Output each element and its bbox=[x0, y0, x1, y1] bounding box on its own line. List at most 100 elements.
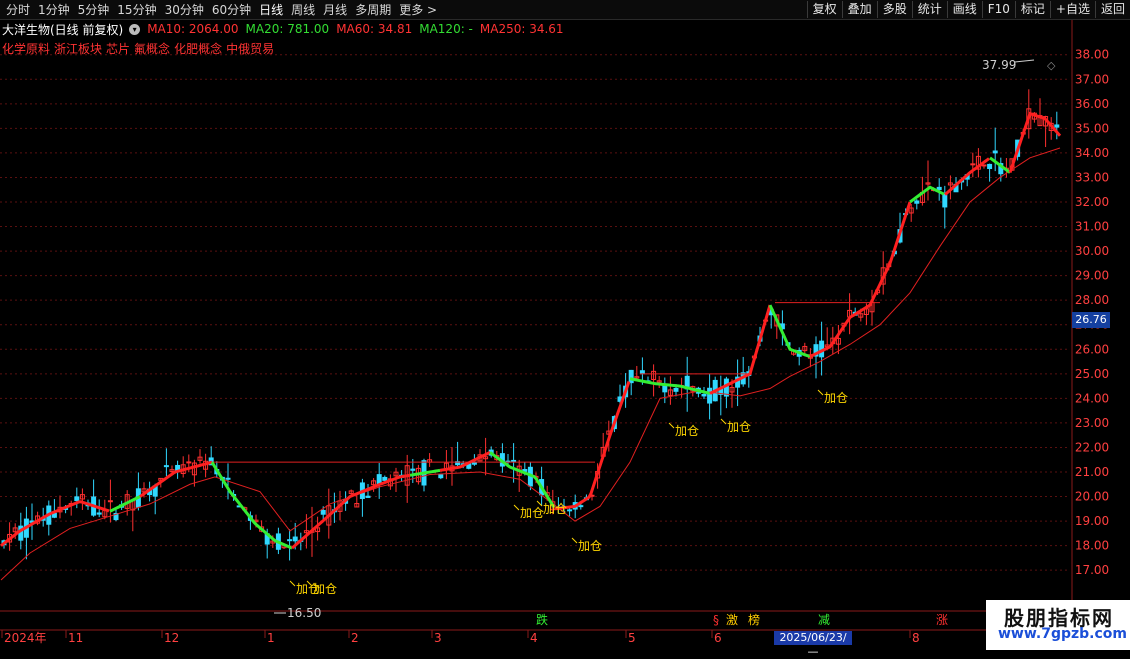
y-tick-label: 35.00 bbox=[1075, 121, 1109, 135]
diamond-icon: ◇ bbox=[1047, 59, 1056, 72]
event-marker: 激 bbox=[726, 613, 738, 627]
annotation-arrow bbox=[668, 422, 675, 429]
x-tick-label: 3 bbox=[434, 631, 442, 645]
period-tab-3[interactable]: 15分钟 bbox=[113, 1, 160, 18]
candle-body bbox=[987, 163, 993, 170]
period-tab-8[interactable]: 月线 bbox=[319, 1, 351, 18]
y-tick-label: 32.00 bbox=[1075, 195, 1109, 209]
y-tick-label: 33.00 bbox=[1075, 170, 1109, 184]
period-tab-2[interactable]: 5分钟 bbox=[74, 1, 114, 18]
y-tick-label: 23.00 bbox=[1075, 416, 1109, 430]
event-marker: § bbox=[713, 613, 719, 627]
candle-body bbox=[382, 476, 388, 481]
candle-body bbox=[107, 500, 113, 503]
y-tick-label: 18.00 bbox=[1075, 539, 1109, 553]
toolbar-button-2[interactable]: 多股 bbox=[876, 1, 912, 18]
high-price-label: 37.99 bbox=[982, 58, 1016, 72]
period-tab-6[interactable]: 日线 bbox=[255, 1, 287, 18]
x-tick-label: 12 bbox=[164, 631, 179, 645]
candle-body bbox=[287, 539, 293, 542]
candle-body bbox=[662, 385, 668, 393]
candle-body bbox=[628, 369, 634, 384]
candle-body bbox=[438, 474, 444, 479]
y-tick-label: 17.00 bbox=[1075, 563, 1109, 577]
low-price-label: 16.50 bbox=[287, 606, 321, 620]
y-tick-label: 22.00 bbox=[1075, 440, 1109, 454]
candle-body bbox=[74, 496, 80, 502]
toolbar-button-8[interactable]: 返回 bbox=[1094, 1, 1130, 18]
high-price-pointer bbox=[1014, 59, 1035, 63]
toolbar-button-0[interactable]: 复权 bbox=[806, 1, 842, 18]
annotation-label: 加仓 bbox=[520, 506, 544, 520]
period-tab-0[interactable]: 分时 bbox=[2, 1, 34, 18]
candle-body bbox=[225, 477, 231, 480]
current-price-tag: 26.76 bbox=[1072, 312, 1110, 328]
y-tick-label: 19.00 bbox=[1075, 514, 1109, 528]
period-tab-7[interactable]: 周线 bbox=[287, 1, 319, 18]
y-tick-label: 31.00 bbox=[1075, 220, 1109, 234]
period-tab-5[interactable]: 60分钟 bbox=[208, 1, 255, 18]
toolbar-button-1[interactable]: 叠加 bbox=[841, 1, 877, 18]
event-marker: 涨 bbox=[936, 612, 948, 627]
annotation-arrow bbox=[289, 580, 296, 587]
annotation-arrow bbox=[513, 504, 520, 511]
x-tick-label: 8 bbox=[912, 631, 920, 645]
event-marker: 榜 bbox=[748, 612, 760, 627]
toolbar-button-4[interactable]: 画线 bbox=[946, 1, 982, 18]
period-tabs: 分时 1分钟 5分钟 15分钟 30分钟 60分钟 日线 周线 月线 多周期 更多 > bbox=[2, 0, 441, 19]
candle-body bbox=[96, 512, 102, 515]
crosshair-date-label: 2025/06/23/— bbox=[774, 631, 852, 658]
candle-body bbox=[936, 186, 942, 191]
kline-chart[interactable]: 38.00 37.00 36.00 35.00 34.00 33.00 32.00 31.00… bbox=[0, 20, 1130, 650]
annotation-label: 加仓 bbox=[313, 582, 337, 596]
annotation-label: 加仓 bbox=[578, 539, 602, 553]
candle-body bbox=[163, 465, 169, 468]
y-tick-label: 20.00 bbox=[1075, 490, 1109, 504]
period-tab-4[interactable]: 30分钟 bbox=[161, 1, 208, 18]
candle-body bbox=[410, 468, 416, 471]
toolbar-button-5[interactable]: F10 bbox=[981, 1, 1015, 18]
candle-body bbox=[942, 193, 948, 208]
y-tick-label: 34.00 bbox=[1075, 146, 1109, 160]
event-marker: 减 bbox=[818, 613, 830, 627]
y-tick-label: 36.00 bbox=[1075, 97, 1109, 111]
annotation-label: 加仓 bbox=[675, 424, 699, 438]
period-tab-1[interactable]: 1分钟 bbox=[34, 1, 74, 18]
candle-body bbox=[292, 536, 298, 542]
x-tick-label: 5 bbox=[628, 631, 636, 645]
toolbar-button-3[interactable]: 统计 bbox=[911, 1, 947, 18]
y-tick-label: 37.00 bbox=[1075, 72, 1109, 86]
annotation-label: 加仓 bbox=[824, 391, 848, 405]
signal-line-up bbox=[809, 201, 912, 358]
period-tab-10[interactable]: 更多 > bbox=[395, 1, 441, 18]
candle-body bbox=[914, 200, 920, 204]
x-tick-label: 2024年 bbox=[4, 631, 47, 645]
candle-body bbox=[578, 505, 584, 508]
annotation-label: 加仓 bbox=[727, 420, 751, 434]
x-tick-label: 4 bbox=[530, 631, 538, 645]
x-tick-label: 6 bbox=[714, 631, 722, 645]
y-tick-label: 29.00 bbox=[1075, 269, 1109, 283]
site-watermark-logo: 股朋指标网 www.7gpzb.com bbox=[986, 600, 1130, 650]
signal-line-down bbox=[489, 451, 556, 509]
y-tick-label: 28.00 bbox=[1075, 293, 1109, 307]
annotation-arrow bbox=[571, 537, 578, 544]
toolbar-button-7[interactable]: +自选 bbox=[1049, 1, 1095, 18]
toolbar: 分时 1分钟 5分钟 15分钟 30分钟 60分钟 日线 周线 月线 多周期 更多 > 复权 叠加 多股… bbox=[0, 0, 1130, 20]
annotation-arrow bbox=[817, 389, 824, 396]
signal-line-up bbox=[944, 157, 990, 196]
candle-body bbox=[320, 509, 326, 515]
toolbar-buttons: 复权 叠加 多股 统计 画线 F10 标记 +自选 返回 bbox=[806, 0, 1130, 19]
toolbar-button-6[interactable]: 标记 bbox=[1014, 1, 1050, 18]
candle-body bbox=[639, 370, 645, 375]
y-tick-label: 38.00 bbox=[1075, 48, 1109, 62]
candle-body bbox=[673, 387, 679, 392]
candle-body bbox=[511, 459, 517, 462]
y-tick-label: 26.00 bbox=[1075, 342, 1109, 356]
candle-body bbox=[186, 461, 192, 464]
y-tick-label: 24.00 bbox=[1075, 391, 1109, 405]
period-tab-9[interactable]: 多周期 bbox=[351, 1, 395, 18]
x-tick-label: 1 bbox=[267, 631, 275, 645]
y-tick-label: 21.00 bbox=[1075, 465, 1109, 479]
candle-body bbox=[707, 387, 713, 404]
